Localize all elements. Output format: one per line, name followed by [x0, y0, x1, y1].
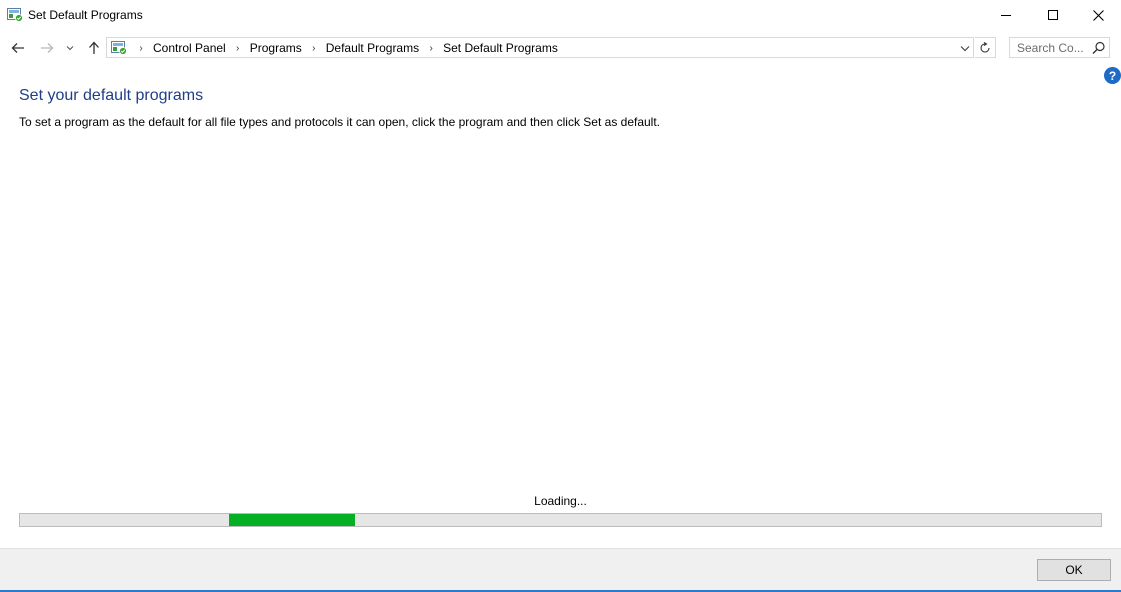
chevron-down-icon — [960, 45, 970, 51]
maximize-icon — [1048, 10, 1058, 20]
back-button[interactable] — [8, 38, 28, 58]
arrow-up-icon — [89, 41, 99, 54]
close-icon — [1092, 9, 1104, 21]
recent-locations-button[interactable] — [62, 38, 78, 58]
arrow-right-icon — [41, 43, 54, 53]
dialog-footer: OK — [0, 548, 1121, 592]
window-title: Set Default Programs — [28, 8, 143, 22]
title-bar: Set Default Programs — [0, 0, 1121, 30]
breadcrumb-set-default-programs[interactable]: Set Default Programs — [439, 41, 562, 55]
breadcrumb-separator-icon[interactable]: › — [306, 43, 322, 54]
refresh-button[interactable] — [975, 37, 996, 58]
search-icon[interactable] — [1092, 41, 1106, 55]
page-description: To set a program as the default for all … — [19, 115, 661, 129]
control-panel-icon — [111, 41, 127, 55]
minimize-icon — [1001, 15, 1011, 16]
ok-button[interactable]: OK — [1037, 559, 1111, 581]
refresh-icon — [980, 41, 990, 53]
search-input[interactable] — [1010, 38, 1097, 57]
breadcrumb-separator-icon[interactable]: › — [230, 43, 246, 54]
arrow-left-icon — [11, 43, 24, 53]
breadcrumb-control-panel[interactable]: Control Panel — [149, 41, 230, 55]
control-panel-icon — [7, 8, 23, 22]
breadcrumb-programs[interactable]: Programs — [246, 41, 306, 55]
maximize-button[interactable] — [1030, 0, 1076, 30]
breadcrumb-separator-icon[interactable]: › — [423, 43, 439, 54]
address-bar[interactable]: › Control Panel › Programs › Default Pro… — [106, 37, 974, 58]
loading-text: Loading... — [534, 494, 587, 508]
chevron-down-icon — [66, 46, 74, 51]
minimize-button[interactable] — [983, 0, 1029, 30]
address-dropdown-button[interactable] — [958, 41, 972, 55]
up-button[interactable] — [84, 38, 104, 58]
breadcrumb: › Control Panel › Programs › Default Pro… — [133, 41, 562, 55]
help-button[interactable]: ? — [1104, 67, 1121, 84]
loading-progress-bar — [19, 513, 1102, 527]
close-button[interactable] — [1075, 0, 1121, 30]
forward-button[interactable] — [37, 38, 57, 58]
search-box[interactable] — [1009, 37, 1110, 58]
progress-bar-fill — [228, 514, 356, 526]
breadcrumb-separator-icon[interactable]: › — [133, 43, 149, 54]
page-title: Set your default programs — [19, 87, 204, 104]
breadcrumb-default-programs[interactable]: Default Programs — [322, 41, 423, 55]
